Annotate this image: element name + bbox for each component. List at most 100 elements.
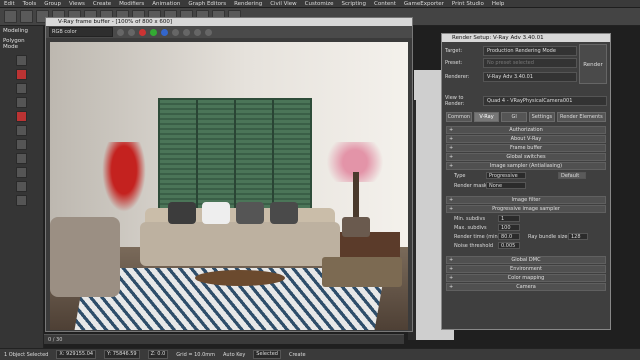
render-mask-dropdown[interactable]: None (486, 182, 526, 189)
rollout-progressive[interactable]: Progressive image sampler (446, 205, 606, 213)
tab-gi[interactable]: GI (501, 112, 528, 122)
menu-bar: Edit Tools Group Views Create Modifiers … (0, 0, 640, 8)
min-subdivs-label: Min. subdivs (454, 216, 486, 222)
x-coordinate[interactable]: X: 929155.04 (56, 350, 97, 359)
left-ribbon: Modeling Polygon Mode (0, 26, 44, 348)
mono-icon[interactable] (183, 28, 190, 36)
status-bar: 1 Object Selected X: 929155.04 Y: 75846.… (0, 348, 640, 360)
type-label: Type (454, 173, 466, 179)
rollout-about-vray[interactable]: About V-Ray (446, 135, 606, 143)
menu-gameexporter[interactable]: GameExporter (404, 1, 444, 7)
tab-render-elements[interactable]: Render Elements (556, 112, 607, 122)
renderer-dropdown[interactable]: V-Ray Adv 3.40.01 (483, 72, 577, 82)
scene-pillow (202, 202, 230, 224)
menu-scripting[interactable]: Scripting (342, 1, 366, 7)
menu-animation[interactable]: Animation (152, 1, 180, 7)
ribbon-tool-icon[interactable] (16, 139, 27, 150)
scene-baskets (322, 257, 402, 287)
max-subdivs-label: Max. subdivs (454, 225, 487, 231)
red-channel-icon[interactable] (139, 28, 146, 36)
render-button[interactable]: Render (579, 44, 607, 84)
preset-dropdown[interactable]: No preset selected (483, 58, 577, 68)
menu-tools[interactable]: Tools (23, 1, 37, 7)
ribbon-tool-icon[interactable] (16, 195, 27, 206)
target-label: Target: (445, 48, 463, 54)
rollout-image-sampler[interactable]: Image sampler (Antialiasing) (446, 162, 606, 170)
channel-select[interactable]: RGB color (49, 27, 113, 37)
alpha-icon[interactable] (172, 28, 179, 36)
menu-views[interactable]: Views (69, 1, 85, 7)
ray-bundle-input[interactable]: 128 (568, 233, 588, 240)
auto-key-button[interactable]: Auto Key (223, 352, 245, 358)
ribbon-tool-icon[interactable] (16, 111, 27, 122)
vfb-title: V-Ray frame buffer - [100% of 800 x 600] (46, 18, 412, 26)
ribbon-sub-polygon[interactable]: Polygon Mode (0, 36, 43, 52)
min-subdivs-input[interactable]: 1 (498, 215, 520, 222)
undo-icon[interactable] (4, 10, 17, 23)
create-button[interactable]: Create (289, 352, 306, 358)
ribbon-tool-icon[interactable] (16, 167, 27, 178)
preset-row: Preset: No preset selected (445, 58, 577, 68)
selection-set-dropdown[interactable]: Selected (253, 350, 281, 359)
default-button[interactable]: Default (558, 172, 586, 179)
ribbon-tool-icon[interactable] (16, 181, 27, 192)
blue-channel-icon[interactable] (161, 28, 168, 36)
scene-bonsai-trunk (353, 172, 359, 220)
menu-graph-editors[interactable]: Graph Editors (188, 1, 226, 7)
menu-print-studio[interactable]: Print Studio (452, 1, 484, 7)
renderer-label: Renderer: (445, 74, 470, 80)
rollout-camera[interactable]: Camera (446, 283, 606, 291)
rollout-color-mapping[interactable]: Color mapping (446, 274, 606, 282)
scene-pillow (270, 202, 298, 224)
scene-wall-art (102, 142, 146, 212)
green-channel-icon[interactable] (150, 28, 157, 36)
menu-civil-view[interactable]: Civil View (270, 1, 296, 7)
rollout-global-dmc[interactable]: Global DMC (446, 256, 606, 264)
tab-settings[interactable]: Settings (529, 112, 555, 122)
rollout-image-filter[interactable]: Image filter (446, 196, 606, 204)
rendered-image (50, 42, 408, 330)
tab-vray[interactable]: V-Ray (473, 112, 500, 122)
rollout-global-switches[interactable]: Global switches (446, 153, 606, 161)
tab-common[interactable]: Common (446, 112, 472, 122)
timeline[interactable]: 0 / 30 (44, 334, 404, 344)
noise-threshold-label: Noise threshold (454, 243, 494, 249)
target-dropdown[interactable]: Production Rendering Mode (483, 46, 577, 56)
menu-group[interactable]: Group (44, 1, 61, 7)
menu-create[interactable]: Create (93, 1, 111, 7)
ribbon-tool-icon[interactable] (16, 97, 27, 108)
renderer-row: Renderer: V-Ray Adv 3.40.01 (445, 72, 577, 82)
save-icon[interactable] (117, 28, 124, 36)
scene-armchair (50, 217, 120, 297)
region-icon[interactable] (194, 28, 201, 36)
scene-pillow (168, 202, 196, 224)
menu-content[interactable]: Content (374, 1, 396, 7)
render-last-icon[interactable] (205, 28, 212, 36)
redo-icon[interactable] (20, 10, 33, 23)
menu-modifiers[interactable]: Modifiers (119, 1, 144, 7)
vfb-toolbar: RGB color (46, 26, 412, 38)
menu-rendering[interactable]: Rendering (234, 1, 262, 7)
ribbon-tool-icon[interactable] (16, 153, 27, 164)
view-dropdown[interactable]: Quad 4 - VRayPhysicalCamera001 (483, 96, 607, 106)
target-row: Target: Production Rendering Mode (445, 46, 577, 56)
grid-size: Grid = 10.0mm (176, 351, 216, 358)
clone-icon[interactable] (128, 28, 135, 36)
ribbon-tool-icon[interactable] (16, 69, 27, 80)
menu-customize[interactable]: Customize (305, 1, 334, 7)
z-coordinate[interactable]: Z: 0.0 (147, 350, 169, 359)
rollout-environment[interactable]: Environment (446, 265, 606, 273)
rollout-frame-buffer[interactable]: Frame buffer (446, 144, 606, 152)
ribbon-tab-modeling[interactable]: Modeling (0, 26, 43, 36)
menu-help[interactable]: Help (492, 1, 505, 7)
ribbon-tool-icon[interactable] (16, 55, 27, 66)
noise-threshold-input[interactable]: 0.005 (498, 242, 520, 249)
type-dropdown[interactable]: Progressive (486, 172, 526, 179)
ribbon-tool-icon[interactable] (16, 125, 27, 136)
ribbon-tool-icon[interactable] (16, 83, 27, 94)
menu-edit[interactable]: Edit (4, 1, 15, 7)
y-coordinate[interactable]: Y: 75846.59 (104, 350, 140, 359)
render-time-input[interactable]: 80.0 (498, 233, 520, 240)
rollout-authorization[interactable]: Authorization (446, 126, 606, 134)
max-subdivs-input[interactable]: 100 (498, 224, 520, 231)
